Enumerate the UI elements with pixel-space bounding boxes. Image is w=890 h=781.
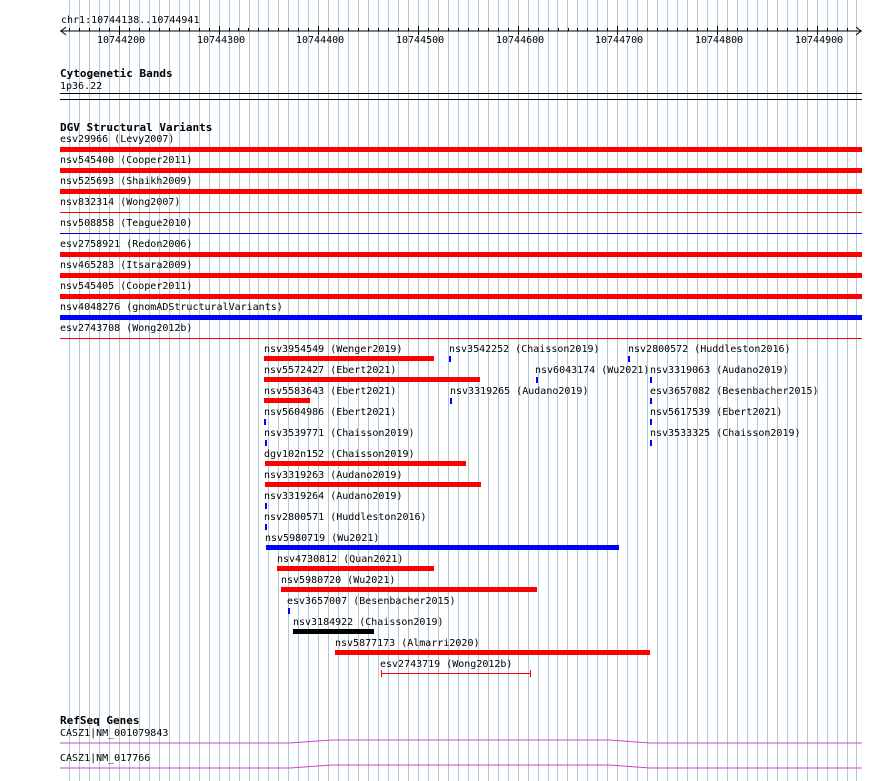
- dgv-feature-label: nsv3184922 (Chaisson2019): [293, 617, 444, 628]
- gene-model-line: [60, 764, 862, 769]
- dgv-feature-label: nsv5604986 (Ebert2021): [264, 407, 397, 418]
- dgv-feature-label: nsv4730812 (Quan2021): [277, 554, 404, 565]
- dgv-track-title[interactable]: DGV Structural Variants: [60, 122, 212, 134]
- ruler-tick-label: 10744500: [396, 35, 445, 46]
- dgv-feature-bar[interactable]: [264, 356, 434, 361]
- cytoband-line-top[interactable]: [60, 93, 862, 94]
- dgv-feature-bar[interactable]: [277, 566, 434, 571]
- dgv-variant-bar[interactable]: [60, 315, 862, 320]
- dgv-feature-bar[interactable]: [265, 482, 481, 487]
- gene-model[interactable]: [60, 763, 864, 771]
- dgv-feature-bar[interactable]: [266, 545, 619, 550]
- dgv-feature-tick[interactable]: [650, 440, 652, 446]
- ruler-tick-label: 10744900: [795, 35, 844, 46]
- dgv-variant-bar[interactable]: [60, 252, 862, 257]
- dgv-feature-tick[interactable]: [449, 356, 451, 362]
- dgv-feature-label: nsv3542252 (Chaisson2019): [449, 344, 600, 355]
- dgv-feature-bar[interactable]: [264, 398, 310, 403]
- dgv-feature-tick[interactable]: [265, 524, 267, 530]
- dgv-feature-label: nsv5980719 (Wu2021): [265, 533, 380, 544]
- dgv-feature-label: nsv3319265 (Audano2019): [450, 386, 589, 397]
- dgv-feature-label: nsv3539771 (Chaisson2019): [264, 428, 415, 439]
- dgv-feature-tick[interactable]: [650, 377, 652, 383]
- ruler-tick-label: 10744600: [496, 35, 545, 46]
- dgv-row-label: nsv465283 (Itsara2009): [60, 260, 193, 271]
- dgv-feature-tick[interactable]: [265, 440, 267, 446]
- dgv-row-label: nsv525693 (Shaikh2009): [60, 176, 193, 187]
- dgv-variant-bar[interactable]: [60, 147, 862, 152]
- dgv-feature-tick[interactable]: [265, 503, 267, 509]
- dgv-feature-bar[interactable]: [281, 587, 537, 592]
- dgv-row-label: nsv4048276 (gnomADStructuralVariants): [60, 302, 283, 313]
- dgv-variant-bar[interactable]: [60, 212, 862, 213]
- dgv-feature-label: nsv3319063 (Audano2019): [650, 365, 789, 376]
- dgv-feature-label: esv3657007 (Besenbacher2015): [287, 596, 456, 607]
- dgv-row-label: esv2758921 (Redon2006): [60, 239, 193, 250]
- refseq-track-title[interactable]: RefSeq Genes: [60, 715, 139, 727]
- dgv-variant-bar[interactable]: [60, 168, 862, 173]
- dgv-variant-bar[interactable]: [60, 294, 862, 299]
- genome-browser-view: chr1:10744138..10744941 10744200 10744300…: [0, 0, 890, 781]
- dgv-feature-tick[interactable]: [628, 356, 630, 362]
- cytoband-label: 1p36.22: [60, 81, 103, 92]
- dgv-feature-label: nsv2800572 (Huddleston2016): [628, 344, 791, 355]
- ruler-tick-label: 10744700: [595, 35, 644, 46]
- dgv-feature-tick[interactable]: [650, 419, 652, 425]
- ruler-tick-label: 10744400: [296, 35, 345, 46]
- dgv-variant-bar[interactable]: [60, 233, 862, 234]
- dgv-row-label: esv29966 (Levy2007): [60, 134, 175, 145]
- dgv-feature-label: nsv6043174 (Wu2021): [535, 365, 650, 376]
- dgv-feature-label: nsv5572427 (Ebert2021): [264, 365, 397, 376]
- dgv-feature-label: nsv5877173 (Almarri2020): [335, 638, 480, 649]
- gene-model-line: [60, 739, 862, 744]
- ruler-tick-label: 10744800: [695, 35, 744, 46]
- dgv-feature-tick[interactable]: [650, 398, 652, 404]
- dgv-feature-label: esv3657082 (Besenbacher2015): [650, 386, 819, 397]
- dgv-feature-label: nsv5980720 (Wu2021): [281, 575, 396, 586]
- gene-model[interactable]: [60, 738, 864, 746]
- dgv-feature-bar[interactable]: [293, 629, 374, 634]
- dgv-feature-label: nsv2800571 (Huddleston2016): [264, 512, 427, 523]
- dgv-feature-label: nsv3954549 (Wenger2019): [264, 344, 403, 355]
- dgv-feature-bar[interactable]: [380, 669, 532, 678]
- dgv-feature-label: nsv5617539 (Ebert2021): [650, 407, 783, 418]
- dgv-feature-label: nsv3533325 (Chaisson2019): [650, 428, 801, 439]
- dgv-variant-bar[interactable]: [60, 338, 862, 339]
- dgv-variant-bar[interactable]: [60, 273, 862, 278]
- dgv-feature-tick[interactable]: [288, 608, 290, 614]
- dgv-feature-label: dgv102n152 (Chaisson2019): [264, 449, 415, 460]
- dgv-feature-tick[interactable]: [536, 377, 538, 383]
- ruler-tick-label: 10744200: [97, 35, 146, 46]
- dgv-feature-label: nsv3319263 (Audano2019): [264, 470, 403, 481]
- dgv-feature-bar[interactable]: [335, 650, 650, 655]
- dgv-feature-label: nsv5583643 (Ebert2021): [264, 386, 397, 397]
- dgv-feature-bar[interactable]: [265, 461, 466, 466]
- cytoband-line-bottom[interactable]: [60, 99, 862, 100]
- dgv-row-label: esv2743708 (Wong2012b): [60, 323, 193, 334]
- dgv-row-label: nsv545405 (Cooper2011): [60, 281, 193, 292]
- dgv-row-label: nsv545400 (Cooper2011): [60, 155, 193, 166]
- dgv-feature-label: nsv3319264 (Audano2019): [264, 491, 403, 502]
- dgv-feature-tick[interactable]: [264, 419, 266, 425]
- dgv-row-label: nsv508858 (Teague2010): [60, 218, 193, 229]
- dgv-row-label: nsv832314 (Wong2007): [60, 197, 181, 208]
- cytoband-track-title[interactable]: Cytogenetic Bands: [60, 68, 173, 80]
- dgv-feature-bar[interactable]: [264, 377, 480, 382]
- ruler-tick-label: 10744300: [197, 35, 246, 46]
- dgv-variant-bar[interactable]: [60, 189, 862, 194]
- dgv-feature-tick[interactable]: [450, 398, 452, 404]
